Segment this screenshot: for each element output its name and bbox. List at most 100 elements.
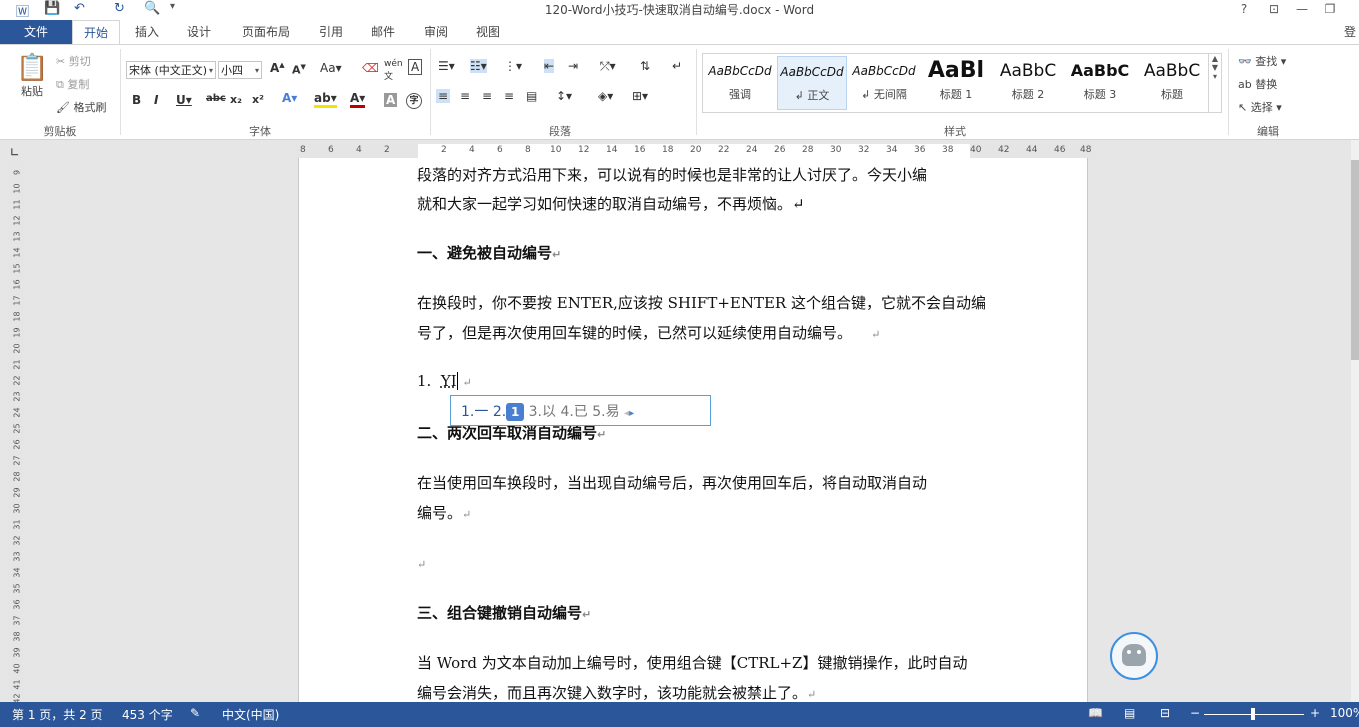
tab-design[interactable]: 设计	[176, 20, 222, 44]
subscript-icon[interactable]: x₂	[230, 93, 242, 106]
replace-label: 替换	[1255, 78, 1278, 91]
help-button[interactable]: ?	[1230, 0, 1258, 18]
assistant-bubble-icon[interactable]	[1110, 632, 1158, 680]
borders-icon[interactable]: ⊞▾	[632, 89, 648, 103]
tab-file[interactable]: 文件	[0, 20, 72, 44]
font-size-combo[interactable]: 小四 ▾	[218, 61, 262, 79]
tab-home[interactable]: 开始	[72, 20, 120, 45]
tab-selector-icon[interactable]: ∟	[10, 146, 19, 159]
chinese-layout-icon[interactable]: ⤱▾	[600, 59, 616, 74]
select-button[interactable]: ↖ 选择 ▾	[1238, 99, 1282, 115]
style-name: 标题 3	[1083, 88, 1117, 101]
find-button[interactable]: 👓 查找 ▾	[1238, 53, 1286, 69]
align-right-icon[interactable]: ≡	[482, 89, 492, 103]
ime-candidate-window[interactable]: 1.一 2. 1 3.以 4.已 5.易 ◂▸	[450, 395, 711, 426]
vertical-ruler[interactable]: 9 10 11 12 13 14 15 16 17 18 19 20 21 22…	[8, 160, 24, 704]
tab-insert[interactable]: 插入	[124, 20, 170, 44]
ime-candidate[interactable]: 5.易	[592, 404, 619, 420]
ribbon-display-button[interactable]: ⊡	[1260, 0, 1288, 18]
zoom-level[interactable]: 100%	[1330, 706, 1359, 720]
highlight-icon[interactable]: ab▾	[314, 91, 337, 108]
style-normal[interactable]: AaBbCcDd ↲ 正文	[777, 56, 847, 110]
justify-icon[interactable]: ≡	[504, 89, 514, 103]
phonetic-guide-icon[interactable]: wén 文	[384, 59, 403, 82]
word-count[interactable]: 453 个字	[122, 706, 173, 723]
horizontal-ruler[interactable]: 8 6 4 2 2 4 6 8 10 12 14 16 18 20 22 24 …	[296, 144, 1094, 158]
ruler-tick: 36	[914, 145, 926, 155]
bullets-icon[interactable]: ☰▾	[438, 59, 455, 73]
style-title[interactable]: AaBbC 标题	[1137, 56, 1207, 110]
bold-icon[interactable]: B	[132, 93, 141, 107]
align-left-icon[interactable]: ≡	[436, 89, 451, 103]
ime-emoji-candidate[interactable]: 1	[506, 403, 525, 421]
ruler-tick: 12	[578, 145, 590, 155]
underline-icon[interactable]: U▾	[176, 93, 192, 107]
tab-layout[interactable]: 页面布局	[234, 20, 298, 44]
print-layout-icon[interactable]: ▤	[1124, 706, 1135, 720]
ruler-tick: 12	[12, 215, 22, 226]
tab-review[interactable]: 审阅	[413, 20, 459, 44]
gallery-scroll[interactable]: ▲ ▼ ▾	[1208, 54, 1221, 112]
paste-button[interactable]: 📋 粘贴	[16, 53, 48, 99]
line-spacing-icon[interactable]: ↕▾	[556, 89, 572, 103]
show-marks-icon[interactable]: ↵	[672, 59, 682, 73]
style-emphasis[interactable]: AaBbCcDd 强调	[705, 56, 775, 110]
ruler-tick: 18	[662, 145, 674, 155]
web-layout-icon[interactable]: ⊟	[1160, 706, 1170, 720]
style-heading-3[interactable]: AaBbC 标题 3	[1065, 56, 1135, 110]
zoom-in-icon[interactable]: +	[1310, 706, 1320, 720]
signin-link[interactable]: 登	[1340, 20, 1359, 44]
grow-font-icon[interactable]: A▲	[270, 61, 285, 75]
superscript-icon[interactable]: x²	[252, 93, 264, 106]
cut-button[interactable]: ✂ 剪切	[56, 53, 91, 69]
ime-candidate[interactable]: 1.一	[461, 404, 488, 420]
numbering-icon[interactable]: ☷▾	[470, 59, 487, 73]
zoom-slider-thumb[interactable]	[1251, 708, 1255, 720]
document-page[interactable]: 段落的对齐方式沿用下来，可以说有的时候也是非常的让人讨厌了。今天小编 就和大家一…	[298, 158, 1088, 702]
format-painter-button[interactable]: 🖌 格式刷	[56, 99, 106, 115]
ruler-tick: 46	[1054, 145, 1066, 155]
char-shading-icon[interactable]: A	[384, 93, 398, 107]
vertical-scrollbar[interactable]	[1351, 140, 1359, 702]
shrink-font-icon[interactable]: A▼	[292, 63, 306, 77]
proofing-icon[interactable]: ✎	[190, 706, 200, 720]
ruler-tick: 24	[12, 407, 22, 418]
clear-format-icon[interactable]: ⌫	[362, 61, 379, 75]
tab-references[interactable]: 引用	[308, 20, 354, 44]
style-heading-2[interactable]: AaBbC 标题 2	[993, 56, 1063, 110]
align-center-icon[interactable]: ≡	[460, 89, 470, 103]
scrollbar-thumb[interactable]	[1351, 160, 1359, 360]
increase-indent-icon[interactable]: ⇥	[568, 59, 578, 73]
ime-candidate[interactable]: 4.已	[560, 404, 587, 420]
copy-button[interactable]: ⧉ 复制	[56, 76, 89, 92]
zoom-out-icon[interactable]: −	[1190, 706, 1200, 720]
font-color-icon[interactable]: A▾	[350, 91, 366, 108]
text-effects-icon[interactable]: A▾	[282, 91, 297, 105]
italic-icon[interactable]: I	[154, 93, 158, 107]
shading-icon[interactable]: ◈▾	[598, 89, 613, 103]
font-name-combo[interactable]: 宋体 (中文正文) ▾	[126, 61, 216, 79]
restore-button[interactable]: ❐	[1316, 0, 1344, 18]
tab-mailings[interactable]: 邮件	[360, 20, 406, 44]
char-border-icon[interactable]: A	[408, 59, 423, 75]
sort-icon[interactable]: ⇅	[640, 59, 650, 73]
decrease-indent-icon[interactable]: ⇤	[544, 59, 555, 73]
assistant-face	[1122, 644, 1146, 666]
ime-next-page-icon[interactable]: ▸	[629, 408, 634, 419]
style-no-spacing[interactable]: AaBbCcDd ↲ 无间隔	[849, 56, 919, 110]
read-mode-icon[interactable]: 📖	[1088, 706, 1103, 720]
ime-candidate[interactable]: 2.	[493, 404, 506, 420]
language-indicator[interactable]: 中文(中国)	[222, 706, 279, 723]
style-heading-1[interactable]: AaBl 标题 1	[921, 56, 991, 110]
distributed-icon[interactable]: ▤	[526, 89, 537, 103]
page-count[interactable]: 第 1 页，共 2 页	[12, 706, 103, 723]
enclose-char-icon[interactable]: 字	[406, 93, 422, 109]
tab-view[interactable]: 视图	[465, 20, 511, 44]
change-case-icon[interactable]: Aa▾	[320, 61, 342, 75]
multilevel-list-icon[interactable]: ⋮▾	[504, 59, 522, 73]
status-bar: 第 1 页，共 2 页 453 个字 ✎ 中文(中国) 📖 ▤ ⊟ − + 10…	[0, 702, 1359, 727]
ime-candidate[interactable]: 3.以	[529, 404, 556, 420]
replace-button[interactable]: ab 替换	[1238, 76, 1277, 92]
strikethrough-icon[interactable]: abc	[206, 93, 226, 104]
minimize-button[interactable]: —	[1288, 0, 1316, 18]
